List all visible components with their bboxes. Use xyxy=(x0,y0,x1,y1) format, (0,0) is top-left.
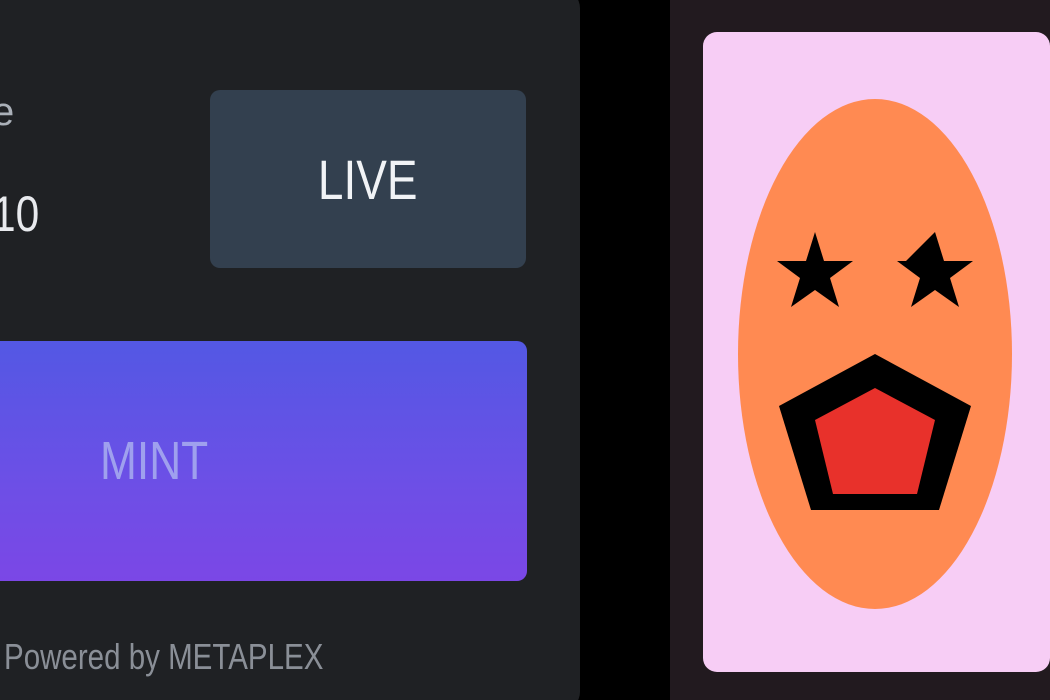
mint-button-label: MINT xyxy=(100,431,209,491)
nft-preview-image xyxy=(703,32,1050,672)
mint-button[interactable]: MINT xyxy=(0,341,527,581)
powered-by-footer: Powered by METAPLEX xyxy=(4,636,324,677)
live-status-label: LIVE xyxy=(318,147,418,211)
mint-card: ce 10 LIVE MINT Powered by METAPLEX xyxy=(0,0,580,700)
price-value: 10 xyxy=(0,186,40,242)
star-eyed-face-icon xyxy=(738,99,1012,609)
price-label: ce xyxy=(0,90,15,134)
screen: ce 10 LIVE MINT Powered by METAPLEX xyxy=(0,0,1050,700)
live-status-badge: LIVE xyxy=(210,90,526,268)
